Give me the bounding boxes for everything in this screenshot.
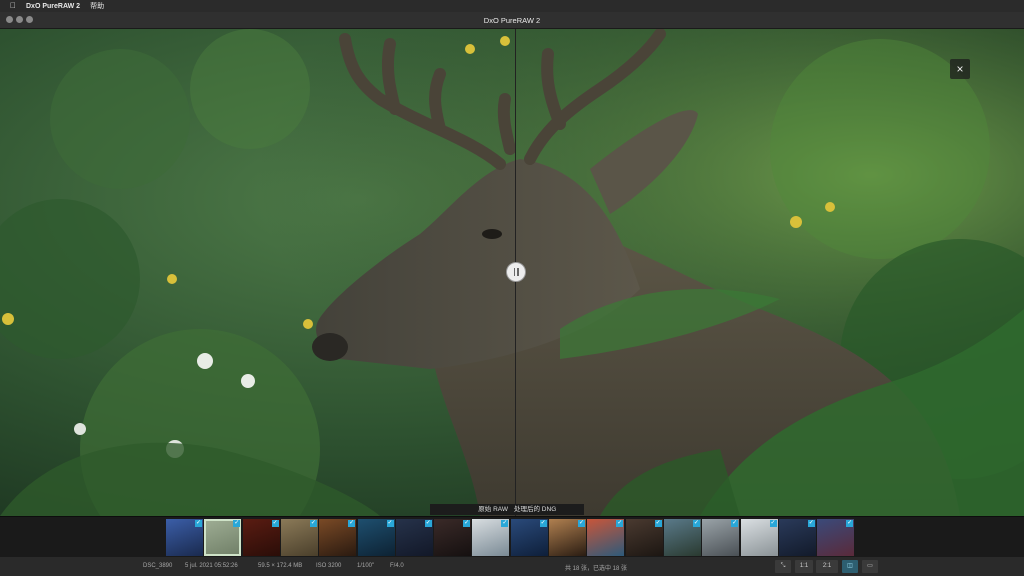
filmstrip-thumbnail[interactable]: ✓	[319, 519, 357, 556]
filmstrip-thumbnail[interactable]: ✓	[587, 519, 625, 556]
status-iso: ISO 3200	[316, 563, 342, 569]
filmstrip-thumbnail[interactable]: ✓	[663, 519, 701, 556]
filmstrip-thumbnail[interactable]: ✓	[740, 519, 778, 556]
status-filename: DSC_3890	[143, 563, 173, 569]
filmstrip-thumbnail[interactable]: ✓	[357, 519, 395, 556]
filmstrip-thumbnail[interactable]: ✓	[625, 519, 663, 556]
filmstrip-thumbnail[interactable]: ✓	[280, 519, 318, 556]
checkbox-checked-icon[interactable]: ✓	[807, 520, 815, 527]
window-title-bar: DxO PureRAW 2	[0, 12, 1024, 29]
checkbox-checked-icon[interactable]: ✓	[731, 520, 739, 527]
filmstrip-thumbnail[interactable]: ✓	[510, 519, 548, 556]
filmstrip-thumbnail[interactable]: ✓	[434, 519, 472, 556]
checkbox-checked-icon[interactable]: ✓	[233, 520, 241, 527]
image-viewer[interactable]: ×	[0, 29, 1024, 516]
filmstrip-thumbnail[interactable]: ✓	[778, 519, 816, 556]
original-raw-label: 原始 RAW	[430, 504, 514, 515]
checkbox-checked-icon[interactable]: ✓	[424, 520, 432, 527]
zoom-1to1-button[interactable]: 1:1	[795, 560, 813, 573]
menu-app-name[interactable]: DxO PureRAW 2	[26, 3, 80, 10]
side-by-side-icon[interactable]: ▭	[862, 560, 878, 573]
checkbox-checked-icon[interactable]: ✓	[578, 520, 585, 527]
checkbox-checked-icon[interactable]: ✓	[463, 520, 471, 527]
split-view-icon[interactable]: ◫	[842, 560, 858, 573]
window-title: DxO PureRAW 2	[483, 15, 541, 25]
status-date: 5 jul. 2021 05:52:26	[185, 563, 238, 569]
status-shutter: 1/100"	[357, 563, 375, 569]
checkbox-checked-icon[interactable]: ✓	[501, 520, 509, 527]
close-icon[interactable]: ×	[950, 59, 970, 79]
apple-icon[interactable]: 	[10, 2, 20, 10]
checkbox-checked-icon[interactable]: ✓	[271, 520, 279, 527]
fit-screen-icon[interactable]: ⤡	[775, 560, 791, 573]
filmstrip-thumbnail[interactable]: ✓	[702, 519, 740, 556]
checkbox-checked-icon[interactable]: ✓	[386, 520, 394, 527]
close-window-icon[interactable]	[6, 16, 13, 23]
filmstrip-thumbnail[interactable]: ✓	[395, 519, 433, 556]
checkbox-checked-icon[interactable]: ✓	[654, 520, 662, 527]
checkbox-checked-icon[interactable]: ✓	[539, 520, 547, 527]
minimize-window-icon[interactable]	[16, 16, 23, 23]
status-selection-count: 共 18 张，已选中 18 张	[565, 566, 628, 572]
filmstrip-thumbnail[interactable]: ✓	[549, 519, 586, 556]
processed-dng-label: 处理后的 DNG	[508, 504, 584, 515]
filmstrip-thumbnail[interactable]: ✓	[166, 519, 203, 556]
filmstrip-thumbnail[interactable]: ✓	[204, 519, 242, 556]
checkbox-checked-icon[interactable]: ✓	[692, 520, 700, 527]
checkbox-checked-icon[interactable]: ✓	[769, 520, 777, 527]
status-bar: DSC_3890 5 jul. 2021 05:52:26 59.5 × 172…	[0, 557, 1024, 576]
checkbox-checked-icon[interactable]: ✓	[195, 520, 202, 527]
checkbox-checked-icon[interactable]: ✓	[309, 520, 317, 527]
checkbox-checked-icon[interactable]: ✓	[348, 520, 356, 527]
menu-bar:  DxO PureRAW 2 帮助	[0, 0, 1024, 12]
menu-help[interactable]: 帮助	[90, 1, 104, 11]
filmstrip: ✓ ✓ ✓ ✓ ✓ ✓ ✓ ✓ ✓ ✓ ✓ ✓ ✓ ✓ ✓ ✓ ✓ ✓	[0, 516, 1024, 557]
checkbox-checked-icon[interactable]: ✓	[846, 520, 854, 527]
zoom-2to1-button[interactable]: 2:1	[816, 560, 838, 573]
filmstrip-thumbnail[interactable]: ✓	[472, 519, 510, 556]
status-aperture: F/4.0	[390, 563, 404, 569]
status-filesize: 59.5 × 172.4 MB	[258, 563, 303, 569]
checkbox-checked-icon[interactable]: ✓	[616, 520, 624, 527]
filmstrip-thumbnail[interactable]: ✓	[817, 519, 855, 556]
filmstrip-thumbnail[interactable]: ✓	[242, 519, 280, 556]
split-handle-icon[interactable]	[506, 262, 526, 282]
zoom-window-icon[interactable]	[26, 16, 33, 23]
